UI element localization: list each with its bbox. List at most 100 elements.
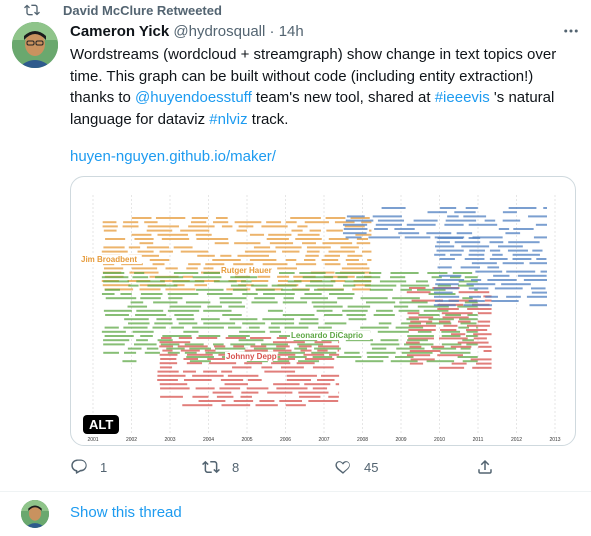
word-mark	[347, 263, 368, 266]
word-mark	[205, 263, 225, 266]
external-link[interactable]: huyen-nguyen.github.io/maker/	[70, 148, 276, 165]
author-name[interactable]: Cameron Yick	[70, 23, 169, 40]
word-mark	[417, 330, 432, 333]
author-handle[interactable]: @hydrosquall	[173, 23, 265, 40]
word-mark	[335, 383, 340, 386]
word-mark	[468, 237, 481, 239]
word-mark	[240, 280, 252, 283]
word-mark	[498, 245, 523, 248]
word-mark	[196, 238, 229, 240]
word-mark	[215, 217, 228, 219]
word-mark	[468, 300, 485, 302]
word-mark	[483, 350, 492, 352]
word-mark	[344, 280, 372, 283]
hashtag-link[interactable]: #nlviz	[209, 111, 247, 128]
word-mark	[437, 354, 463, 357]
word-mark	[147, 225, 179, 228]
like-button[interactable]: 45	[334, 458, 378, 476]
hashtag-link[interactable]: #ieeevis	[435, 89, 490, 106]
word-mark	[221, 404, 251, 407]
word-mark	[122, 225, 139, 228]
word-mark	[192, 395, 209, 398]
heart-icon	[335, 461, 350, 474]
mention-link[interactable]: @huyendoesstuff	[135, 89, 252, 106]
word-mark	[404, 236, 431, 239]
word-mark	[180, 349, 200, 352]
share-button[interactable]	[476, 458, 494, 476]
word-mark	[298, 391, 329, 394]
word-mark	[506, 270, 536, 273]
word-mark	[186, 362, 203, 365]
word-mark	[316, 309, 333, 312]
word-mark	[393, 305, 409, 308]
word-mark	[200, 318, 220, 321]
word-mark	[454, 211, 476, 214]
word-mark	[132, 276, 149, 279]
word-mark	[182, 404, 213, 407]
word-mark	[498, 228, 510, 230]
word-mark	[228, 335, 250, 337]
word-mark	[345, 259, 359, 261]
more-options-icon[interactable]	[560, 22, 582, 42]
highlighted-word: Johnny Depp	[226, 352, 277, 361]
word-mark	[477, 312, 492, 315]
word-mark	[508, 207, 537, 209]
word-mark	[280, 288, 310, 291]
word-mark	[295, 238, 322, 240]
word-mark	[502, 219, 521, 222]
word-mark	[101, 276, 129, 279]
word-mark	[192, 374, 224, 377]
word-mark	[184, 343, 204, 346]
word-mark	[167, 309, 200, 312]
word-mark	[180, 250, 209, 253]
word-mark	[460, 266, 481, 269]
word-mark	[372, 215, 402, 218]
word-mark	[400, 284, 430, 287]
word-mark	[234, 221, 262, 224]
word-mark	[458, 291, 490, 294]
word-mark	[127, 347, 142, 350]
word-mark	[395, 326, 424, 329]
word-mark	[451, 333, 466, 336]
word-mark	[149, 259, 170, 261]
word-mark	[433, 287, 459, 290]
retweet-context[interactable]: David McClure Retweeted	[24, 2, 222, 18]
word-mark	[167, 293, 199, 295]
word-mark	[444, 223, 464, 226]
word-mark	[312, 366, 334, 369]
word-mark	[329, 353, 340, 356]
word-mark	[489, 249, 501, 252]
year-label: 2012	[511, 437, 522, 443]
word-mark	[220, 254, 232, 257]
timestamp[interactable]: 14h	[279, 23, 304, 40]
reply-button[interactable]: 1	[70, 458, 107, 476]
word-mark	[441, 335, 461, 337]
word-mark	[273, 383, 300, 386]
word-mark	[183, 330, 199, 333]
word-mark	[237, 254, 269, 257]
word-mark	[101, 293, 115, 295]
word-mark	[304, 259, 316, 261]
word-mark	[390, 276, 406, 279]
word-mark	[377, 330, 409, 333]
retweet-button[interactable]: 8	[202, 458, 239, 476]
show-thread-link[interactable]: Show this thread	[70, 504, 182, 521]
word-mark	[460, 347, 471, 350]
word-mark	[439, 337, 468, 340]
year-label: 2008	[357, 437, 368, 443]
word-mark	[101, 330, 126, 333]
tweet-image[interactable]: 2001 2002 2003 2004 2005 2006 2007 2008 2009 2010…	[70, 176, 576, 446]
word-mark	[271, 362, 291, 365]
word-mark	[466, 335, 478, 337]
word-mark	[298, 360, 320, 363]
word-mark	[530, 287, 546, 290]
word-mark	[452, 272, 473, 274]
word-mark	[394, 228, 415, 230]
word-mark	[220, 379, 244, 381]
avatar[interactable]	[12, 22, 58, 68]
word-mark	[451, 362, 467, 365]
word-mark	[169, 305, 202, 308]
avatar-small[interactable]	[21, 500, 49, 528]
alt-badge[interactable]: ALT	[83, 415, 120, 434]
word-mark	[222, 314, 242, 316]
